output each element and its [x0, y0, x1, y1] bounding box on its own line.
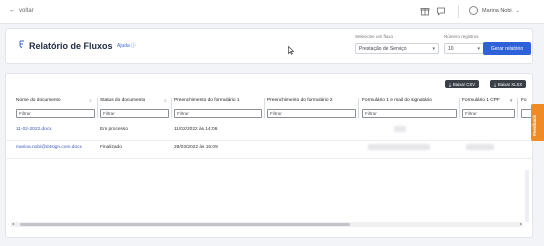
column-header[interactable]: Preenchimento do formulário 1	[174, 98, 240, 103]
status-cell: Finalizado	[100, 145, 122, 150]
chevron-down-icon: ⌄	[515, 7, 520, 14]
redacted-value	[394, 126, 406, 132]
column-divider[interactable]	[358, 98, 359, 118]
filter-input[interactable]: Filtrar	[100, 109, 169, 118]
user-avatar-icon	[469, 6, 478, 15]
top-bar: ← voltar Marina Nobi ⌄	[0, 0, 544, 24]
column-header[interactable]: Status do documento	[100, 98, 145, 103]
chevron-down-icon: ▾	[432, 46, 435, 52]
column-header[interactable]: Formulário 1 e mail do signatário	[362, 98, 432, 103]
column-divider[interactable]	[517, 98, 518, 118]
help-icon: ⓘ	[130, 43, 136, 49]
filter-input[interactable]: Filtrar	[267, 109, 356, 118]
scroll-right-icon[interactable]: ▸	[520, 221, 522, 226]
column-header[interactable]: Preenchimento do formulário 2	[267, 98, 333, 103]
filter-input[interactable]: Filtrar	[362, 109, 457, 118]
download-icon: ⤓	[494, 81, 496, 87]
table-row[interactable]: 11-02-2022.docx Em processo 11/02/2022 à…	[6, 122, 532, 141]
help-label: Ajuda	[117, 42, 130, 49]
filter-input[interactable]: Filtrar	[16, 109, 95, 118]
download-xlsx-label: Baixar XLSX	[497, 81, 523, 87]
user-menu[interactable]: Marina Nobi ⌄	[469, 6, 520, 15]
records-select[interactable]: 10 ▾	[444, 43, 484, 54]
redacted-cpf	[466, 144, 494, 150]
arrow-left-icon: ←	[9, 7, 16, 14]
filter-input[interactable]: Filtrar	[462, 109, 515, 118]
form1-date-cell: 11/02/2022 às 14:06	[174, 127, 218, 132]
gift-icon[interactable]	[420, 6, 430, 16]
user-name: Marina Nobi	[482, 7, 512, 14]
document-name-cell[interactable]: marina.nobi@d4sign.com.docx	[16, 145, 82, 150]
filter-menu-icon[interactable]: ≡	[164, 98, 167, 103]
download-csv-button[interactable]: ⤓ Baixar CSV	[445, 80, 480, 88]
vertical-scrollbar[interactable]	[525, 170, 529, 222]
chevron-down-icon: ▾	[477, 46, 480, 52]
flow-select[interactable]: Prestação de Serviço ▾	[355, 43, 439, 54]
horizontal-scrollbar[interactable]: ◂ ▸	[11, 221, 523, 227]
scrollbar-thumb[interactable]	[20, 223, 350, 226]
flow-select-label: Selecione um fluxo	[355, 34, 394, 39]
download-csv-label: Baixar CSV	[452, 81, 476, 87]
status-cell: Em processo	[100, 127, 128, 132]
page-title: Relatório de Fluxos	[29, 41, 113, 51]
redacted-email	[368, 144, 430, 150]
report-table-card: ⤓ Baixar CSV ⤓ Baixar XLSX Nome do docum…	[5, 73, 533, 238]
filter-menu-icon[interactable]: ≡	[89, 98, 92, 103]
column-divider[interactable]	[264, 98, 265, 118]
report-header-card: Relatório de Fluxos Ajuda ⓘ Selecione um…	[5, 28, 533, 64]
feedback-label: Feedback	[532, 115, 537, 136]
column-header[interactable]: Formulário 1 CPF	[462, 98, 500, 103]
filter-input[interactable]: Filtrar	[174, 109, 262, 118]
download-xlsx-button[interactable]: ⤓ Baixar XLSX	[490, 80, 527, 88]
column-header[interactable]: Fo	[521, 98, 527, 103]
sort-arrow-icon[interactable]: ▼	[509, 98, 513, 103]
column-divider[interactable]	[459, 98, 460, 118]
back-link[interactable]: ← voltar	[9, 7, 34, 14]
flow-select-value: Prestação de Serviço	[359, 46, 407, 52]
column-header[interactable]: Nome do documento	[16, 98, 61, 103]
form1-date-cell: 28/03/2022 às 15:09	[174, 145, 218, 150]
chat-icon[interactable]	[436, 6, 446, 16]
table-row[interactable]: marina.nobi@d4sign.com.docx Finalizado 2…	[6, 140, 532, 159]
column-divider[interactable]	[171, 98, 172, 118]
topbar-divider	[458, 5, 459, 18]
help-link[interactable]: Ajuda ⓘ	[117, 42, 136, 50]
column-divider[interactable]	[97, 98, 98, 118]
back-label: voltar	[19, 7, 34, 14]
records-value: 10	[448, 46, 454, 52]
records-label: Número registros	[444, 34, 479, 39]
download-icon: ⤓	[449, 81, 451, 87]
feedback-tab[interactable]: Feedback	[531, 104, 544, 141]
generate-report-button[interactable]: Gerar relatório	[483, 42, 531, 55]
mouse-cursor-icon	[288, 46, 294, 55]
document-name-cell[interactable]: 11-02-2022.docx	[16, 127, 52, 132]
flow-icon	[19, 40, 24, 49]
scroll-left-icon[interactable]: ◂	[12, 221, 14, 226]
